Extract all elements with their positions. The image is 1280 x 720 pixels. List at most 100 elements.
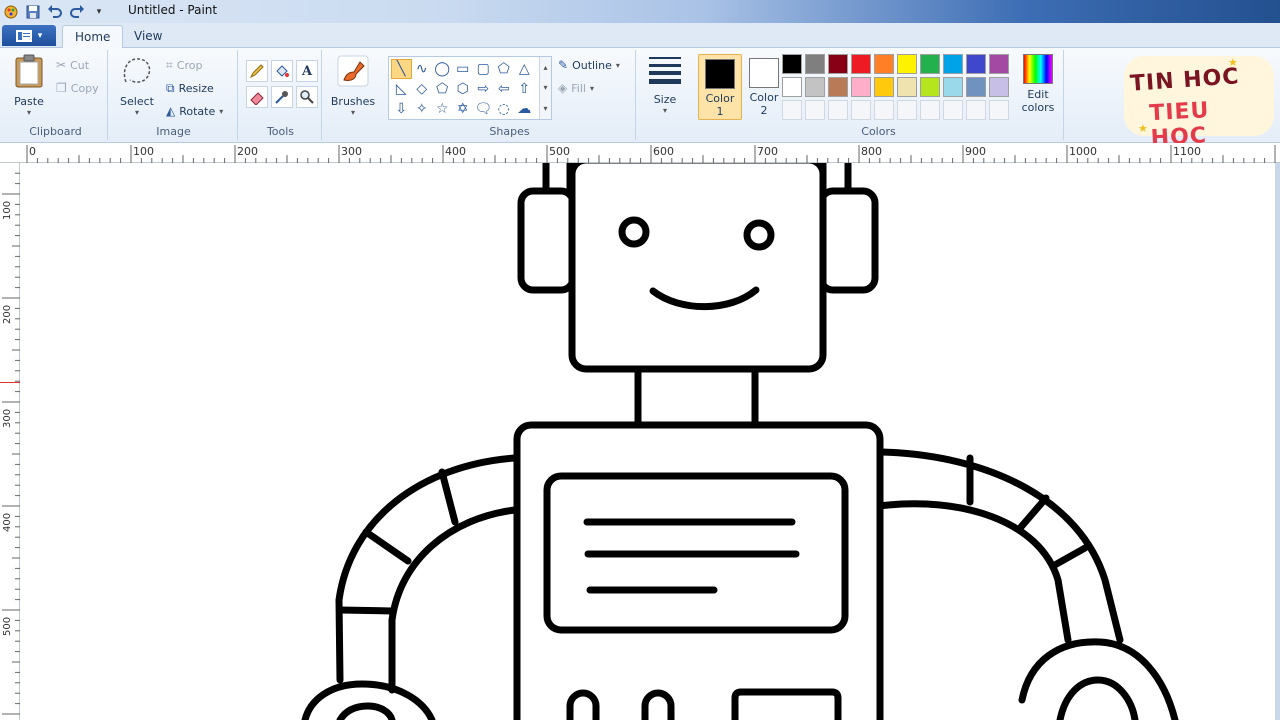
magnifier-icon[interactable] — [296, 86, 318, 108]
palette-color-swatch[interactable] — [782, 77, 802, 97]
palette-color-swatch[interactable] — [782, 54, 802, 74]
palette-color-swatch[interactable] — [989, 77, 1009, 97]
palette-color-swatch[interactable] — [989, 54, 1009, 74]
color-picker-icon[interactable] — [271, 86, 293, 108]
custom-color-slot[interactable] — [874, 100, 894, 120]
shapes-gallery-scroll[interactable]: ▴ ▾ ▾ — [539, 57, 551, 119]
polygon-shape-icon[interactable]: ⬠ — [494, 59, 515, 79]
up-arrow-shape-icon[interactable]: ⇧ — [514, 79, 535, 99]
palette-color-swatch[interactable] — [874, 77, 894, 97]
brushes-dropdown-icon[interactable]: ▾ — [328, 108, 378, 117]
palette-color-swatch[interactable] — [920, 77, 940, 97]
curve-shape-icon[interactable]: ∿ — [412, 59, 433, 79]
diamond-shape-icon[interactable]: ◇ — [412, 79, 433, 99]
robot-arm-left-seg3 — [336, 606, 396, 615]
size-dropdown-icon[interactable]: ▾ — [642, 106, 688, 115]
rotate-button[interactable]: ◭ Rotate ▾ — [166, 104, 223, 118]
palette-color-swatch[interactable] — [920, 54, 940, 74]
robot-hand-left — [301, 680, 436, 720]
right-triangle-shape-icon[interactable]: ◺ — [391, 79, 412, 99]
customize-qat-dropdown-icon[interactable]: ▾ — [90, 3, 108, 21]
ruler-tick-label: 1000 — [1069, 145, 1097, 158]
ribbon: Paste ▾ ✂ Cut ❐ Copy Clipboard Select ▾ … — [0, 48, 1280, 143]
hexagon-shape-icon[interactable]: ⬡ — [453, 79, 474, 99]
text-tool-icon[interactable]: A — [296, 60, 318, 82]
color1-button[interactable]: Color 1 — [698, 54, 742, 120]
oval-shape-icon[interactable]: ◯ — [432, 59, 453, 79]
paste-dropdown-icon[interactable]: ▾ — [8, 108, 50, 117]
five-point-star-shape-icon[interactable]: ☆ — [432, 99, 453, 119]
palette-color-swatch[interactable] — [874, 54, 894, 74]
triangle-shape-icon[interactable]: △ — [514, 59, 535, 79]
rounded-callout-shape-icon[interactable]: 🗨 — [473, 99, 494, 119]
drawing-canvas[interactable] — [20, 156, 1275, 720]
custom-color-slot[interactable] — [989, 100, 1009, 120]
color2-button[interactable]: Color 2 — [742, 54, 786, 120]
cloud-callout-shape-icon[interactable]: ☁ — [514, 99, 535, 119]
pencil-icon[interactable] — [246, 60, 268, 82]
tab-view[interactable]: View — [122, 25, 174, 48]
palette-color-swatch[interactable] — [897, 77, 917, 97]
rounded-rectangle-shape-icon[interactable]: ▢ — [473, 59, 494, 79]
select-button[interactable]: Select ▾ — [116, 54, 158, 117]
custom-color-slot[interactable] — [897, 100, 917, 120]
fill-bucket-icon[interactable] — [271, 60, 293, 82]
custom-color-slot[interactable] — [851, 100, 871, 120]
rotate-dropdown-icon[interactable]: ▾ — [219, 107, 223, 116]
resize-button[interactable]: ⧉ Resize — [166, 81, 214, 96]
palette-color-swatch[interactable] — [943, 77, 963, 97]
undo-icon[interactable] — [46, 3, 64, 21]
paint-app-icon[interactable] — [2, 3, 20, 21]
outline-button[interactable]: ✎ Outline ▾ — [558, 58, 620, 72]
select-dropdown-icon[interactable]: ▾ — [116, 108, 158, 117]
palette-color-swatch[interactable] — [943, 54, 963, 74]
scroll-up-icon[interactable]: ▴ — [543, 63, 547, 72]
paint-menu-button[interactable]: ▾ — [2, 25, 56, 46]
oval-callout-shape-icon[interactable]: ◌ — [494, 99, 515, 119]
line-shape-icon[interactable]: ╲ — [391, 59, 412, 79]
left-arrow-shape-icon[interactable]: ⇦ — [494, 79, 515, 99]
custom-color-slot[interactable] — [966, 100, 986, 120]
redo-icon[interactable] — [68, 3, 86, 21]
ruler-tick-label: 0 — [29, 145, 36, 158]
paste-button[interactable]: Paste ▾ — [8, 54, 50, 117]
custom-color-slot[interactable] — [828, 100, 848, 120]
scroll-down-icon[interactable]: ▾ — [543, 83, 547, 92]
palette-color-swatch[interactable] — [828, 77, 848, 97]
palette-color-swatch[interactable] — [966, 54, 986, 74]
rectangle-shape-icon[interactable]: ▭ — [453, 59, 474, 79]
color2-swatch — [749, 58, 779, 88]
pentagon-shape-icon[interactable]: ⬠ — [432, 79, 453, 99]
fill-dropdown-icon[interactable]: ▾ — [590, 84, 594, 93]
palette-color-swatch[interactable] — [805, 54, 825, 74]
save-icon[interactable] — [24, 3, 42, 21]
custom-color-slot[interactable] — [920, 100, 940, 120]
paint-menu-icon — [15, 29, 32, 42]
palette-color-swatch[interactable] — [966, 77, 986, 97]
down-arrow-shape-icon[interactable]: ⇩ — [391, 99, 412, 119]
brushes-button[interactable]: Brushes ▾ — [328, 54, 378, 117]
size-button[interactable]: Size ▾ — [642, 54, 688, 115]
palette-color-swatch[interactable] — [851, 54, 871, 74]
palette-color-swatch[interactable] — [828, 54, 848, 74]
cut-button[interactable]: ✂ Cut — [56, 58, 89, 72]
custom-color-slot[interactable] — [943, 100, 963, 120]
shapes-group-label: Shapes — [489, 125, 530, 138]
edit-colors-button[interactable]: Edit colors — [1016, 54, 1060, 114]
gallery-expand-icon[interactable]: ▾ — [543, 104, 547, 113]
palette-color-swatch[interactable] — [897, 54, 917, 74]
fill-button[interactable]: ◈ Fill ▾ — [558, 81, 594, 95]
four-point-star-shape-icon[interactable]: ✧ — [412, 99, 433, 119]
palette-color-swatch[interactable] — [851, 77, 871, 97]
palette-color-swatch[interactable] — [805, 77, 825, 97]
right-arrow-shape-icon[interactable]: ⇨ — [473, 79, 494, 99]
eraser-icon[interactable] — [246, 86, 268, 108]
copy-button[interactable]: ❐ Copy — [56, 81, 99, 95]
edit-colors-icon — [1023, 54, 1053, 84]
outline-dropdown-icon[interactable]: ▾ — [616, 61, 620, 70]
custom-color-slot[interactable] — [782, 100, 802, 120]
six-point-star-shape-icon[interactable]: ✡ — [453, 99, 474, 119]
crop-button[interactable]: ⌗ Crop — [166, 58, 202, 73]
tab-home[interactable]: Home — [62, 25, 124, 48]
custom-color-slot[interactable] — [805, 100, 825, 120]
